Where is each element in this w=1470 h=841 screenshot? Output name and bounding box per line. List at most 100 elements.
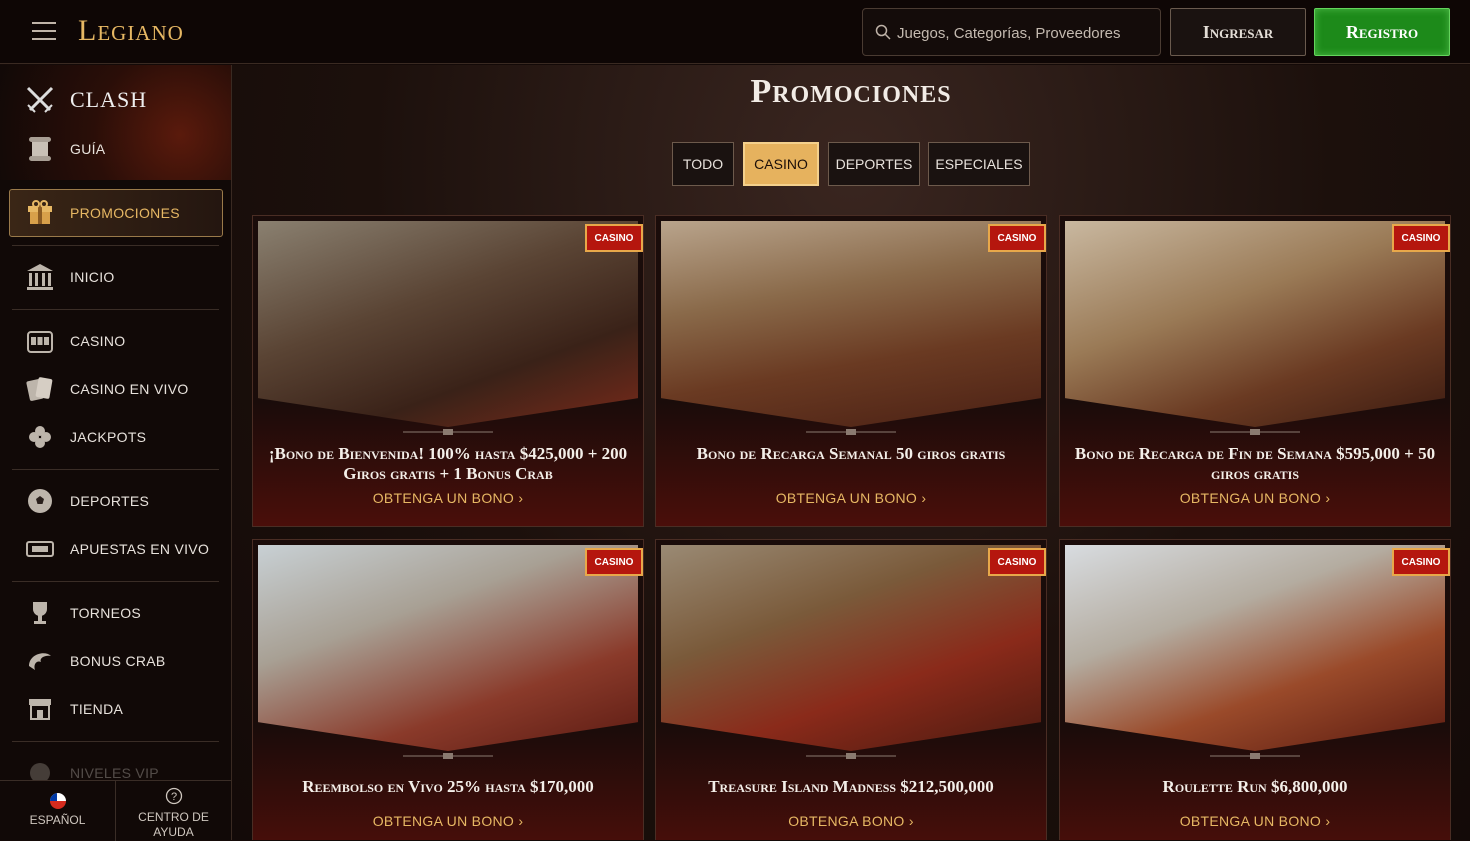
soccer-ball-icon — [24, 485, 56, 517]
login-button[interactable]: Ingresar — [1170, 8, 1306, 56]
promo-image — [258, 545, 638, 751]
filter-casino[interactable]: CASINO — [743, 142, 819, 186]
sidebar-item-bonus-crab[interactable]: BONUS CRAB — [24, 643, 219, 679]
sidebar-footer: ESPAÑOL ? CENTRO DE AYUDA — [0, 780, 231, 841]
chile-flag-icon — [49, 793, 66, 809]
get-bonus-link[interactable]: OBTENGA UN BONO › — [253, 813, 643, 829]
sidebar-item-torneos[interactable]: TORNEOS — [24, 595, 219, 631]
promo-card[interactable]: CASINO Treasure Island Madness $212,500,… — [655, 539, 1047, 840]
promo-image — [1065, 545, 1445, 751]
get-bonus-link[interactable]: OBTENGA BONO › — [656, 813, 1046, 829]
slot-machine-icon — [24, 325, 56, 357]
sidebar-item-label: BONUS CRAB — [70, 653, 166, 669]
sidebar-divider — [12, 741, 219, 742]
main-content: Promociones TODO CASINO DEPORTES ESPECIA… — [232, 65, 1470, 840]
shop-icon — [24, 693, 56, 725]
promo-card[interactable]: CASINO Bono de Recarga de Fin de Semana … — [1059, 215, 1451, 527]
sidebar-item-label: INICIO — [70, 269, 115, 285]
promo-title: ¡Bono de Bienvenida! 100% hasta $425,000… — [268, 444, 628, 483]
promo-image — [1065, 221, 1445, 427]
sidebar-item-casino-en-vivo[interactable]: CASINO EN VIVO — [24, 371, 219, 407]
cta-label: OBTENGA UN BONO — [775, 490, 918, 506]
clover-icon — [24, 421, 56, 453]
sidebar-item-label: CASINO EN VIVO — [70, 381, 189, 397]
sidebar-item-label: TIENDA — [70, 701, 124, 717]
promo-title: Reembolso en Vivo 25% hasta $170,000 — [302, 777, 594, 796]
promo-card[interactable]: CASINO Bono de Recarga Semanal 50 giros … — [655, 215, 1047, 527]
cards-icon — [24, 373, 56, 405]
cta-label: OBTENGA UN BONO — [372, 813, 515, 829]
sidebar-divider — [12, 581, 219, 582]
get-bonus-link[interactable]: OBTENGA UN BONO › — [656, 490, 1046, 506]
casino-tag: CASINO — [988, 224, 1046, 252]
search-input[interactable] — [897, 21, 1147, 45]
question-icon: ? — [165, 787, 182, 805]
promo-card[interactable]: CASINO ¡Bono de Bienvenida! 100% hasta $… — [252, 215, 644, 527]
svg-text:?: ? — [170, 791, 176, 803]
sidebar-item-guia[interactable]: GUÍA — [24, 131, 219, 167]
register-button[interactable]: Registro — [1314, 8, 1450, 56]
sidebar-item-label: JACKPOTS — [70, 429, 147, 445]
temple-icon — [24, 261, 56, 293]
sidebar-item-deportes[interactable]: DEPORTES — [24, 483, 219, 519]
ornament-divider — [403, 429, 493, 435]
language-selector[interactable]: ESPAÑOL — [0, 781, 116, 841]
casino-tag: CASINO — [1392, 548, 1450, 576]
sidebar-item-label: DEPORTES — [70, 493, 150, 509]
crossed-swords-icon — [24, 84, 56, 116]
scroll-icon — [24, 133, 56, 165]
get-bonus-link[interactable]: OBTENGA UN BONO › — [1060, 490, 1450, 506]
chevron-right-icon: › — [518, 490, 524, 506]
casino-tag: CASINO — [585, 548, 643, 576]
sidebar-item-clash[interactable]: CLASH — [24, 82, 219, 118]
chevron-right-icon: › — [908, 813, 914, 829]
search-icon — [875, 24, 891, 40]
gift-icon — [24, 197, 56, 229]
sidebar-item-tienda[interactable]: TIENDA — [24, 691, 219, 727]
ornament-divider — [806, 753, 896, 759]
help-label: CENTRO DE AYUDA — [138, 810, 209, 839]
sidebar-item-jackpots[interactable]: JACKPOTS — [24, 419, 219, 455]
language-label: ESPAÑOL — [29, 813, 86, 827]
chevron-right-icon: › — [1325, 490, 1331, 506]
promo-title: Bono de Recarga de Fin de Semana $595,00… — [1074, 444, 1436, 483]
chevron-right-icon: › — [518, 813, 524, 829]
sidebar-item-casino[interactable]: CASINO — [24, 323, 219, 359]
promo-title: Bono de Recarga Semanal 50 giros gratis — [696, 444, 1006, 463]
cta-label: OBTENGA UN BONO — [1179, 813, 1322, 829]
chevron-right-icon: › — [921, 490, 927, 506]
filter-especiales[interactable]: ESPECIALES — [928, 142, 1030, 186]
ornament-divider — [806, 429, 896, 435]
sidebar-item-apuestas-en-vivo[interactable]: APUESTAS EN VIVO — [24, 531, 219, 567]
sidebar-item-promociones[interactable]: PROMOCIONES — [24, 195, 219, 231]
promo-card[interactable]: CASINO Roulette Run $6,800,000 OBTENGA U… — [1059, 539, 1451, 840]
promo-card[interactable]: CASINO Reembolso en Vivo 25% hasta $170,… — [252, 539, 644, 840]
filter-todo[interactable]: TODO — [672, 142, 734, 186]
claw-icon — [24, 645, 56, 677]
help-center-link[interactable]: ? CENTRO DE AYUDA — [116, 781, 231, 841]
hamburger-menu-icon[interactable] — [32, 22, 56, 42]
search-box[interactable] — [862, 8, 1161, 56]
sidebar-divider — [12, 309, 219, 310]
promo-title: Roulette Run $6,800,000 — [1162, 777, 1348, 796]
sidebar-item-inicio[interactable]: INICIO — [24, 259, 219, 295]
get-bonus-link[interactable]: OBTENGA UN BONO › — [253, 490, 643, 506]
promo-image — [258, 221, 638, 427]
top-header: Legiano Ingresar Registro — [0, 0, 1470, 64]
live-tv-icon — [24, 533, 56, 565]
ornament-divider — [403, 753, 493, 759]
site-logo[interactable]: Legiano — [78, 14, 184, 48]
sidebar-item-label: PROMOCIONES — [70, 205, 180, 221]
trophy-icon — [24, 597, 56, 629]
get-bonus-link[interactable]: OBTENGA UN BONO › — [1060, 813, 1450, 829]
casino-tag: CASINO — [585, 224, 643, 252]
sidebar-item-label: CASINO — [70, 333, 126, 349]
ornament-divider — [1210, 429, 1300, 435]
promo-image — [661, 545, 1041, 751]
filter-deportes[interactable]: DEPORTES — [828, 142, 920, 186]
cta-label: OBTENGA BONO — [788, 813, 905, 829]
sidebar-item-label: NIVELES VIP — [70, 765, 159, 781]
sidebar-item-label: CLASH — [70, 87, 148, 112]
sidebar-item-label: GUÍA — [70, 141, 106, 157]
sidebar-item-label: TORNEOS — [70, 605, 142, 621]
